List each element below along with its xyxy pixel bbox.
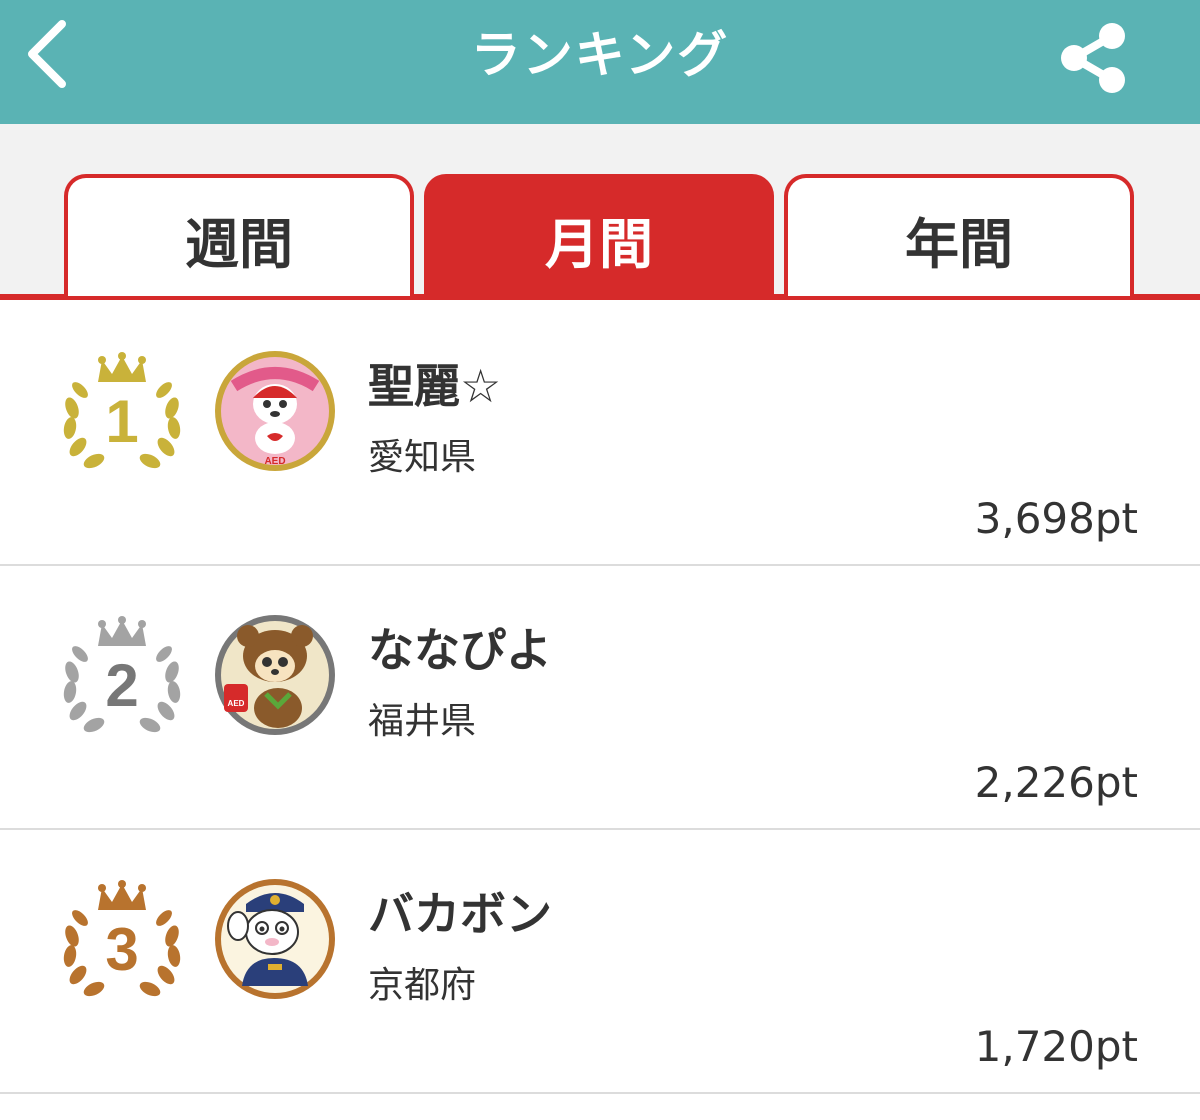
rank-number: 1 [105, 388, 138, 455]
share-icon [1061, 23, 1125, 93]
mascot-avatar-icon[interactable]: AED [212, 346, 338, 476]
tab-weekly[interactable]: 週間 [64, 174, 414, 296]
share-button[interactable] [1052, 18, 1132, 98]
tab-yearly[interactable]: 年間 [784, 174, 1134, 296]
ranking-row[interactable]: 3 バカボン 京都府 1,720pt [0, 830, 1200, 1094]
page-title: ランキング [470, 26, 730, 84]
user-prefecture: 福井県 [368, 701, 477, 742]
mascot-avatar-icon[interactable]: AED [212, 610, 338, 740]
gold-crown-laurel-icon: 1 [63, 352, 181, 469]
silver-crown-laurel-icon: 2 [63, 616, 181, 733]
ranking-row[interactable]: 1 AED 聖麗☆ 愛知県 3,698pt [0, 302, 1200, 566]
app-header: ランキング [0, 0, 1200, 124]
user-name: 聖麗☆ [368, 359, 502, 413]
user-points: 1,720pt [974, 1022, 1138, 1071]
mascot-avatar-icon[interactable] [212, 874, 338, 1004]
svg-text:AED: AED [264, 456, 285, 467]
svg-text:AED: AED [228, 699, 245, 708]
user-points: 3,698pt [974, 494, 1138, 543]
rank-number: 2 [105, 652, 138, 719]
ranking-row[interactable]: 2 AED ななぴよ 福井県 2,226pt [0, 566, 1200, 830]
user-prefecture: 京都府 [368, 965, 477, 1006]
tab-monthly[interactable]: 月間 [424, 174, 774, 296]
user-name: バカボン [368, 887, 552, 941]
rank-number: 3 [105, 916, 138, 983]
user-prefecture: 愛知県 [368, 437, 477, 478]
user-points: 2,226pt [974, 758, 1138, 807]
user-name: ななぴよ [368, 623, 552, 677]
bronze-crown-laurel-icon: 3 [63, 880, 181, 997]
